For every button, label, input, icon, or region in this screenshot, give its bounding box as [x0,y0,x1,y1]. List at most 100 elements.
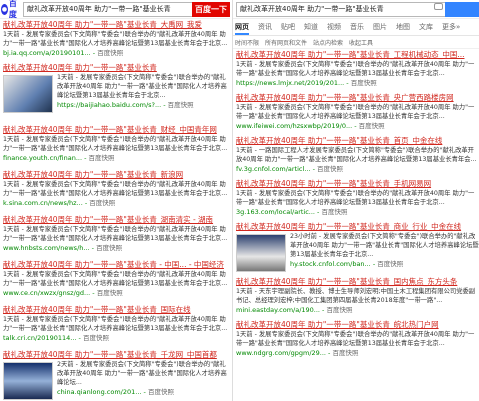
result-url-text[interactable]: https://news.lmjx.net/2019/201... - [236,79,351,87]
search-result: 献礼改革开放40周年 助力"一带一路"基业长青_首页_中金在线 1天前 - 一路国… [236,135,479,175]
filter-option[interactable]: 所有网页和文件 [265,38,307,47]
tab-2[interactable]: 贴吧 [281,22,295,35]
result-url[interactable]: mini.eastday.com/a/190... - 百度快照 [236,305,479,315]
result-snippet: 1天前 - 发展专家委员会(下文简称"专委会")联合举办的"献礼改革开放40周年… [3,316,228,332]
snapshot-link[interactable]: 百度快照 [83,334,109,342]
result-url[interactable]: bj.ia.qq.com/a/20190101... - 百度快照 [3,48,230,57]
result-content: 1天前 - 发展专家委员会(下文简称"专委会")联合举办的"献礼改革开放40周年… [3,315,230,343]
result-url-text[interactable]: mini.eastday.com/a/190... - [236,306,326,314]
search-button[interactable] [445,1,479,17]
snapshot-link[interactable]: 百度快照 [97,49,123,57]
result-url[interactable]: k.sina.com.cn/news/hz... - 百度快照 [3,198,230,208]
result-title-link[interactable]: 献礼改革开放40周年 助力"一带一路"基业长青_国内焦点_东方头条 [236,276,479,287]
result-thumbnail[interactable] [3,362,53,400]
result-url-text[interactable]: www.ce.cn/xwzx/gnsz/gd... - [3,289,97,297]
result-title-link[interactable]: 献礼改革开放40周年 助力"一带一路"基业长青_新浪网 [3,169,230,180]
tab-8[interactable]: 文库 [419,22,433,35]
baidu-logo[interactable]: ● 百度 [1,0,19,19]
tab-0[interactable]: 网页 [235,22,249,35]
result-url[interactable]: talk.cri.cn/20190114... - 百度快照 [3,333,230,343]
tab-5[interactable]: 音乐 [350,22,364,35]
snapshot-link[interactable]: 百度快照 [377,260,403,268]
result-title-link[interactable]: 献礼改革开放40周年 助力"一带一路"基业长青_大禹网_我爱 [3,19,230,30]
snapshot-link[interactable]: 百度快照 [332,349,358,357]
result-title-link[interactable]: 献礼改革开放40周年 助力"一带一路"基业长青_湖南清实 - 湖南 [3,214,230,225]
snapshot-link[interactable]: 百度快照 [326,306,352,314]
tab-6[interactable]: 图片 [373,22,387,35]
tab-9[interactable]: 更多» [442,22,460,35]
result-title-link[interactable]: 献礼改革开放40周年 助力"一带一路"基业长青_首页_中金在线 [236,135,479,146]
result-url[interactable]: https://news.lmjx.net/2019/201... - 百度快照 [236,78,479,88]
result-snippet: 1天前 - 发展专家委员会(下文简称"专委会")联合举办的"献礼改革开放40周年… [3,31,228,47]
tab-1[interactable]: 资讯 [258,22,272,35]
result-url-text[interactable]: finance.youth.cn/finan... - [3,154,89,162]
tab-4[interactable]: 视频 [327,22,341,35]
snapshot-link[interactable]: 百度快照 [89,154,115,162]
snapshot-link[interactable]: 百度快照 [97,289,123,297]
snapshot-link[interactable]: 百度快照 [317,165,343,173]
tab-3[interactable]: 知道 [304,22,318,35]
filter-option[interactable]: 收起工具 [349,38,373,47]
result-title-link[interactable]: 献礼改革开放40周年 助力"一带一路"基业长青_皖北热门户网 [236,319,479,330]
camera-icon[interactable] [434,3,443,10]
result-body: 1天前 - 发展专家委员会(下文简称"专委会")联合举办的"献礼改革开放40周年… [236,330,479,358]
result-url-text[interactable]: k.sina.com.cn/news/hz... - [3,199,89,207]
result-url[interactable]: https://baijiahao.baidu.com/s?... - 百度快照 [57,100,230,110]
result-snippet: 1天前 - 发展专家委员会(下文简称"专委会")联合举办的"献礼改革开放40周年… [3,181,228,197]
tab-7[interactable]: 地图 [396,22,410,35]
snapshot-link[interactable]: 百度快照 [89,199,115,207]
result-body: 1天前 - 发展专家委员会(下文简称"专委会")联合举办的"献礼改革开放40周年… [3,270,230,298]
snapshot-link[interactable]: 百度快照 [148,388,174,396]
result-content: 1天前 - 发展专家委员会(下文简称"专委会")联合举办的"献礼改革开放40周年… [3,180,230,208]
result-url[interactable]: 3g.163.com/local/artic... - 百度快照 [236,207,479,217]
result-url[interactable]: www.ifeiwei.com/hzsxwbp/2019/0... - 百度快照 [236,121,479,131]
result-body: 2天前 - 发展专家委员会(下文简称"专委会")联合举办的"献礼改革开放40周年… [3,360,230,401]
result-thumbnail[interactable] [236,234,286,272]
result-title-link[interactable]: 献礼改革开放40周年 助力"一带一路"基业长青_手机网易网 [236,178,479,189]
snapshot-link[interactable]: 百度快照 [168,101,194,109]
result-url[interactable]: finance.youth.cn/finan... - 百度快照 [3,153,230,163]
result-content: 1天前 - 发展专家委员会(下文简称"专委会")联合举办的"献礼改革开放40周年… [236,189,479,217]
result-url-text[interactable]: talk.cri.cn/20190114... - [3,334,83,342]
result-content: 1天前 - 发展专家委员会(下文简称"专委会")联合举办的"献礼改革开放40周年… [3,270,230,298]
result-url-text[interactable]: china.qianlong.com/201... - [57,388,148,396]
result-title-link[interactable]: 献礼改革开放40周年 助力"一带一路"基业长青_央广营西路楼房网 [236,92,479,103]
result-title-link[interactable]: 献礼改革开放40周年 助力"一带一路"基业长青_财经_中国青年网 [3,124,230,135]
search-input[interactable]: 献礼改革开放40周年 助力"一带一路"基业长青 [23,1,192,17]
snapshot-link[interactable]: 百度快照 [321,208,347,216]
result-title-link[interactable]: 献礼改革开放40周年 助力"一带一路"基业长青_国际在线 [3,304,230,315]
result-url[interactable]: www.ndgrg.com/gpgm/29... - 百度快照 [236,348,479,358]
result-url-text[interactable]: hy.stock.cnfol.com/ban... - [290,260,377,268]
search-result: 献礼改革开放40周年 助力"一带一路"基业长青_工程机械动态_中国... 1天前 … [236,49,479,89]
result-title-link[interactable]: 献礼改革开放40周年 助力"一带一路"基业长青_工程机械动态_中国... [236,49,479,60]
result-content: 1天前 - 发展专家委员会(下文简称"专委会")联合举办的"献礼改革开放40周年… [3,30,230,57]
result-url[interactable]: www.ce.cn/xwzx/gnsz/gd... - 百度快照 [3,288,230,298]
filter-option[interactable]: 时间不限 [235,38,259,47]
search-button[interactable]: 百度一下 [192,1,230,17]
result-url-text[interactable]: fv.3g.cnfol.com/articl... - [236,165,317,173]
search-input[interactable]: 献礼改革开放40周年 助力"一带一路"基业长青 [236,1,445,17]
result-url[interactable]: china.qianlong.com/201... - 百度快照 [57,387,230,397]
snapshot-link[interactable]: 百度快照 [96,244,122,252]
result-thumbnail[interactable] [3,75,53,113]
result-url-text[interactable]: https://baijiahao.baidu.com/s?... - [57,101,168,109]
result-title-link[interactable]: 献礼改革开放40周年 助力"一带一路"基业长青 [3,62,230,73]
filter-option[interactable]: 站点内检索 [313,38,343,47]
search-result: 献礼改革开放40周年 助力"一带一路"基业长青_手机网易网 1天前 - 发展专家委… [236,178,479,218]
result-url[interactable]: fv.3g.cnfol.com/articl... - 百度快照 [236,164,479,174]
result-snippet: 2天前 - 发展专家委员会(下文简称"专委会")联合举办的"献礼改革开放40周年… [57,361,227,386]
result-url-text[interactable]: www.ifeiwei.com/hzsxwbp/2019/0... - [236,122,359,130]
result-url-text[interactable]: bj.ia.qq.com/a/20190101... - [3,49,97,57]
result-title-link[interactable]: 献礼改革开放40周年 助力"一带一路"基业长青 - 中国... - 中国经济 [3,259,230,270]
result-url-text[interactable]: www.hnbsts.com/news/h... - [3,244,96,252]
result-url[interactable]: hy.stock.cnfol.com/ban... - 百度快照 [290,259,479,269]
result-title-link[interactable]: 献礼改革开放40周年 助力"一带一路"基业长青_千龙网_中国首都 [3,349,230,360]
result-url[interactable]: www.hnbsts.com/news/h... - 百度快照 [3,243,230,253]
snapshot-link[interactable]: 百度快照 [351,79,377,87]
result-snippet: 1天前 - 发展专家委员会(下文简称"专委会")联合举办的"献礼改革开放40周年… [236,61,475,77]
result-url-text[interactable]: 3g.163.com/local/artic... - [236,208,321,216]
result-title-link[interactable]: 献礼改革开放40周年 助力"一带一路"基业长青_商业_行业_中金在线 [236,221,479,232]
snapshot-link[interactable]: 百度快照 [359,122,385,130]
result-url-text[interactable]: www.ndgrg.com/gpgm/29... - [236,349,332,357]
search-header: 献礼改革开放40周年 助力"一带一路"基业长青 [233,0,479,19]
